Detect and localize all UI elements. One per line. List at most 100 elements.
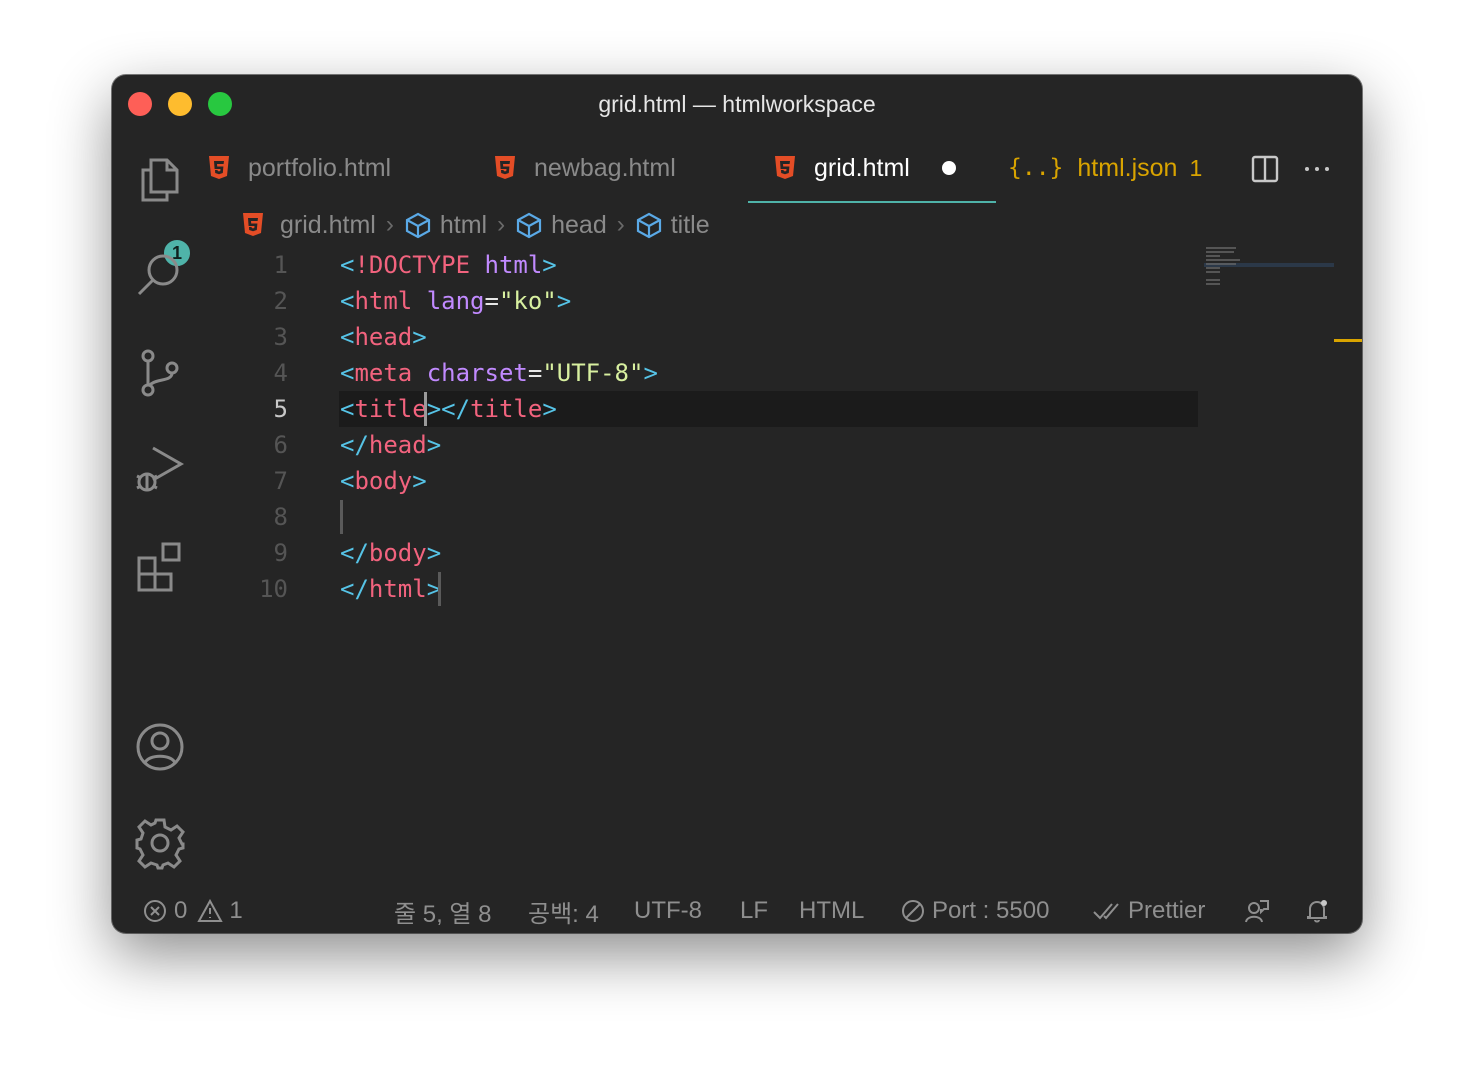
tab-label: html.json (1077, 153, 1178, 182)
line-number: 1 (273, 251, 288, 279)
symbol-element-icon (517, 212, 542, 239)
symbol-element-icon (405, 212, 430, 239)
line-content: <html lang="ko"> (340, 287, 572, 315)
code-line[interactable]: 8 (208, 499, 1202, 535)
minimap-line (1206, 259, 1240, 261)
line-number: 10 (259, 575, 288, 603)
window-title: grid.html — htmlworkspace (598, 91, 876, 117)
problem-count: 1 (1189, 154, 1203, 181)
settings-button[interactable] (132, 815, 188, 871)
line-content: </body> (340, 539, 442, 567)
tab-label: newbag.html (534, 153, 676, 182)
notifications-button[interactable] (1304, 897, 1336, 925)
symbol-element-icon (636, 212, 661, 239)
code-line[interactable]: 2 <html lang="ko"> (208, 283, 1202, 319)
feedback-button[interactable] (1244, 897, 1276, 925)
line-content: <head> (340, 323, 427, 351)
line-number: 9 (273, 539, 288, 567)
status-bar: 0 1 줄 5, 열 8 공백: 4 UTF-8 LF HTML Port : … (112, 889, 1362, 933)
breadcrumb-label: head (551, 210, 607, 239)
breadcrumb-label: title (670, 210, 710, 239)
account-icon (136, 723, 184, 771)
bracket-guide (438, 572, 441, 606)
code-line[interactable]: 10 </html> (208, 571, 1202, 607)
chevron-right-icon: › (385, 211, 394, 238)
live-server-port[interactable]: Port : 5500 (900, 897, 1049, 925)
indent-guide (340, 500, 343, 534)
breadcrumb-title[interactable]: title (635, 211, 710, 240)
tab-portfolio-html[interactable]: portfolio.html (208, 133, 391, 203)
line-content: </head> (340, 431, 442, 459)
files-icon (141, 158, 179, 202)
tab-html-json[interactable]: {..} html.json 1 (1008, 133, 1202, 203)
tab-newbag-html[interactable]: newbag.html (494, 133, 676, 203)
port-label: Port : 5500 (932, 897, 1050, 924)
encoding[interactable]: UTF-8 (634, 897, 702, 925)
chevron-right-icon: › (497, 211, 506, 238)
prettier-label: Prettier (1128, 897, 1206, 924)
html5-icon (775, 156, 795, 179)
minimap[interactable] (1204, 245, 1334, 305)
breadcrumb-label: html (439, 210, 488, 239)
problems-indicator[interactable]: 0 1 (142, 897, 243, 925)
activity-bar: 1 (112, 133, 208, 889)
minimap-line (1206, 283, 1220, 285)
error-icon (144, 900, 166, 922)
cursor-position[interactable]: 줄 5, 열 8 (394, 897, 492, 928)
code-line-current[interactable]: 5 <title></title> (208, 391, 1202, 427)
overview-ruler-warning (1334, 339, 1362, 342)
line-number: 6 (273, 431, 288, 459)
minimap-line (1206, 255, 1220, 257)
split-editor-icon[interactable] (1250, 154, 1280, 184)
feedback-icon (1245, 900, 1269, 923)
error-count: 0 (174, 897, 188, 924)
line-content: </html> (340, 575, 442, 603)
minimap-line (1206, 271, 1220, 273)
double-check-icon (1093, 903, 1119, 920)
source-control-button[interactable] (132, 345, 188, 401)
search-button[interactable] (132, 247, 188, 303)
text-cursor (424, 392, 427, 426)
explorer-button[interactable] (132, 151, 188, 207)
minimap-line (1206, 279, 1220, 281)
code-line[interactable]: 9 </body> (208, 535, 1202, 571)
warning-count: 1 (229, 897, 243, 924)
code-editor[interactable]: 1 <!DOCTYPE html> 2 <html lang="ko"> 3 <… (208, 247, 1202, 647)
breadcrumb-html[interactable]: html (404, 211, 487, 240)
breadcrumb-head[interactable]: head (515, 211, 607, 240)
source-control-icon (141, 349, 179, 397)
indentation[interactable]: 공백: 4 (528, 897, 599, 928)
search-icon (137, 254, 179, 296)
line-number: 2 (273, 287, 288, 315)
run-debug-icon (136, 446, 185, 492)
circle-slash-icon (902, 900, 924, 922)
line-number: 3 (273, 323, 288, 351)
chevron-right-icon: › (616, 211, 625, 238)
line-content: <title></title> (340, 395, 557, 423)
gear-icon (135, 818, 185, 870)
breadcrumb-file[interactable]: grid.html (242, 211, 376, 240)
html5-icon (243, 213, 263, 236)
code-line[interactable]: 4 <meta charset="UTF-8"> (208, 355, 1202, 391)
html5-icon (209, 156, 229, 179)
code-line[interactable]: 1 <!DOCTYPE html> (208, 247, 1202, 283)
unsaved-indicator[interactable] (941, 161, 956, 175)
line-content: <meta charset="UTF-8"> (340, 359, 658, 387)
line-number: 4 (273, 359, 288, 387)
extensions-button[interactable] (132, 539, 188, 595)
run-debug-button[interactable] (132, 441, 188, 497)
code-line[interactable]: 6 </head> (208, 427, 1202, 463)
tab-grid-html[interactable]: grid.html (748, 133, 996, 203)
code-line[interactable]: 3 <head> (208, 319, 1202, 355)
language-mode[interactable]: HTML (799, 897, 864, 925)
minimap-line (1206, 263, 1236, 265)
tab-label: grid.html (814, 153, 910, 182)
accounts-button[interactable] (132, 719, 188, 775)
more-actions-icon[interactable] (1302, 154, 1332, 184)
minimap-line (1206, 251, 1234, 253)
end-of-line[interactable]: LF (740, 897, 768, 925)
breadcrumb: grid.html › html › head › title (242, 203, 710, 247)
code-line[interactable]: 7 <body> (208, 463, 1202, 499)
line-number: 8 (273, 503, 288, 531)
prettier-status[interactable]: Prettier (1092, 897, 1205, 925)
